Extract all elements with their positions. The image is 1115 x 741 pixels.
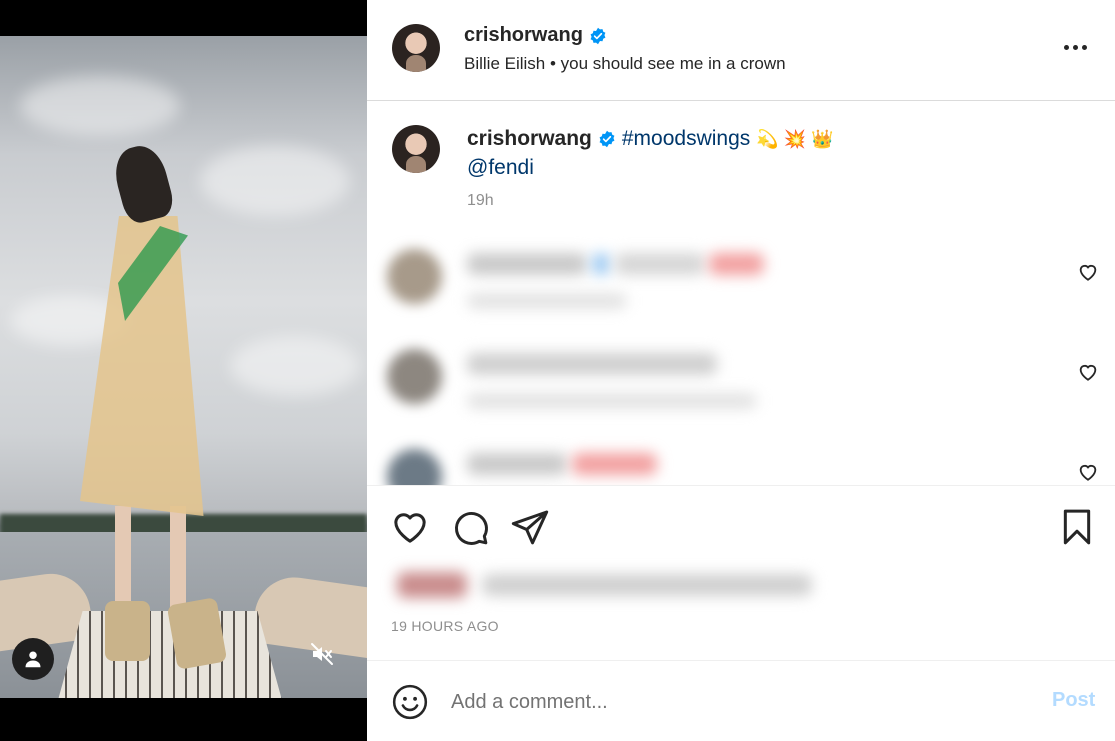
caption-mention-line: @fendi	[467, 156, 534, 180]
caption-username[interactable]: crishorwang	[467, 127, 592, 151]
comment-row	[367, 241, 1115, 341]
liked-by-summary[interactable]	[387, 564, 817, 604]
blurred-text	[467, 253, 587, 275]
save-bookmark-icon[interactable]	[1057, 507, 1097, 547]
comment-bubble-icon[interactable]	[450, 507, 490, 547]
like-heart-icon[interactable]	[390, 507, 430, 547]
video-cloud	[20, 76, 180, 136]
username-text[interactable]: crishorwang	[464, 24, 583, 47]
hashtag-link[interactable]: #moodswings	[622, 127, 750, 151]
blurred-text	[482, 574, 812, 596]
verified-badge-icon	[599, 130, 615, 148]
emoji-smiley-icon[interactable]	[391, 683, 429, 721]
share-paper-plane-icon[interactable]	[510, 507, 550, 547]
dot-icon	[1081, 44, 1087, 50]
caption-timestamp[interactable]: 19h	[467, 192, 494, 210]
post-side-panel: crishorwang Billie Eilish • you should s…	[367, 0, 1115, 741]
video-figure-head	[109, 140, 177, 227]
avatar[interactable]	[392, 125, 440, 173]
blurred-text	[467, 453, 567, 475]
media-pane	[0, 0, 367, 741]
like-comment-heart-icon[interactable]	[1077, 461, 1099, 483]
verified-badge-icon	[590, 27, 606, 44]
blurred-text	[467, 393, 757, 409]
mute-button[interactable]	[300, 632, 344, 676]
blurred-text	[467, 293, 627, 309]
comment-row	[367, 341, 1115, 441]
mention-link[interactable]: @fendi	[467, 156, 534, 179]
post-actions: 19 HOURS AGO	[367, 485, 1115, 660]
avatar	[387, 249, 442, 304]
blurred-text	[709, 253, 764, 275]
post-timestamp[interactable]: 19 HOURS AGO	[391, 618, 499, 634]
comment-input[interactable]	[451, 685, 1011, 719]
post-comment-button[interactable]: Post	[1052, 689, 1095, 712]
person-icon	[25, 651, 41, 668]
add-comment-bar: Post	[367, 660, 1115, 741]
tagged-users-button[interactable]	[12, 638, 54, 680]
caption-emojis: 💫 💥 👑	[756, 128, 834, 149]
blurred-text	[397, 572, 467, 598]
dot-icon	[1072, 44, 1078, 50]
video-figure-leg	[115, 506, 131, 616]
post-video[interactable]	[0, 36, 367, 698]
video-cloud	[230, 336, 360, 396]
dot-icon	[1063, 44, 1069, 50]
caption-line: crishorwang #moodswings 💫 💥 👑	[467, 127, 834, 151]
comments-section[interactable]: crishorwang #moodswings 💫 💥 👑 @fendi 19h	[367, 101, 1115, 485]
like-comment-heart-icon[interactable]	[1077, 261, 1099, 283]
video-figure-shoe	[105, 601, 150, 661]
comment-row	[367, 441, 1115, 485]
avatar	[387, 449, 442, 485]
post-username[interactable]: crishorwang	[464, 24, 607, 47]
blurred-text	[467, 353, 717, 375]
video-figure-leg	[170, 506, 186, 616]
post-header: crishorwang Billie Eilish • you should s…	[367, 0, 1115, 101]
blurred-text	[615, 253, 705, 275]
more-options-button[interactable]	[1057, 32, 1093, 62]
speaker-muted-icon	[311, 643, 333, 665]
video-cloud	[200, 146, 350, 216]
avatar[interactable]	[392, 24, 440, 72]
blurred-text	[592, 253, 610, 275]
like-comment-heart-icon[interactable]	[1077, 361, 1099, 383]
avatar	[387, 349, 442, 404]
audio-track[interactable]: Billie Eilish • you should see me in a c…	[464, 54, 786, 74]
blurred-text	[572, 453, 657, 475]
